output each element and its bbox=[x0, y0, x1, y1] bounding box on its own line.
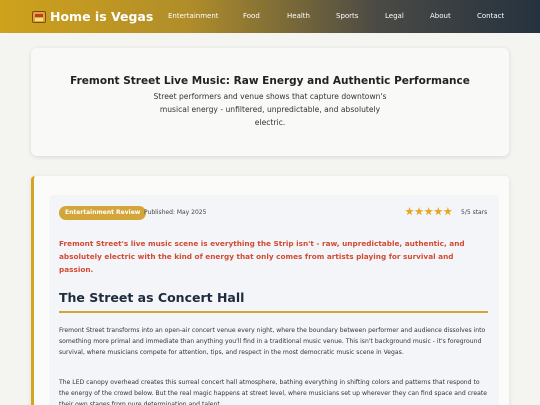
star-rating bbox=[405, 207, 453, 216]
star-icon bbox=[443, 207, 453, 216]
nav-link-legal[interactable]: Legal bbox=[385, 12, 404, 20]
section-heading: The Street as Concert Hall bbox=[59, 290, 245, 305]
nav-link-contact[interactable]: Contact bbox=[477, 12, 504, 20]
star-icon bbox=[433, 207, 443, 216]
article-card: Entertainment Review Published: May 2025… bbox=[31, 176, 509, 405]
heading-underline bbox=[59, 311, 488, 313]
article-paragraph: Fremont Street transforms into an open-a… bbox=[59, 327, 486, 356]
nav-link-food[interactable]: Food bbox=[243, 12, 260, 20]
hero-card: Fremont Street Live Music: Raw Energy an… bbox=[31, 48, 509, 156]
slot-machine-icon bbox=[32, 10, 46, 23]
star-icon bbox=[424, 207, 434, 216]
article-lead: Fremont Street's live music scene is eve… bbox=[59, 239, 465, 274]
nav-link-health[interactable]: Health bbox=[287, 12, 310, 20]
rating-text: 5/5 stars bbox=[461, 209, 488, 216]
article-body: Entertainment Review Published: May 2025… bbox=[49, 195, 499, 405]
article-paragraph: The LED canopy overhead creates this sur… bbox=[59, 379, 487, 405]
page-subtitle: Street performers and venue shows that c… bbox=[153, 92, 387, 127]
nav-link-entertainment[interactable]: Entertainment bbox=[168, 12, 219, 20]
category-badge[interactable]: Entertainment Review bbox=[59, 206, 147, 220]
nav-link-about[interactable]: About bbox=[430, 12, 451, 20]
brand-logo[interactable]: Home is Vegas bbox=[32, 9, 153, 24]
nav-link-sports[interactable]: Sports bbox=[336, 12, 358, 20]
published-date: Published: May 2025 bbox=[144, 209, 207, 216]
top-navbar: Home is Vegas Entertainment Food Health … bbox=[0, 0, 540, 33]
star-icon bbox=[405, 207, 414, 216]
page-title: Fremont Street Live Music: Raw Energy an… bbox=[70, 75, 470, 87]
brand-name: Home is Vegas bbox=[50, 9, 154, 24]
star-icon bbox=[414, 207, 424, 216]
